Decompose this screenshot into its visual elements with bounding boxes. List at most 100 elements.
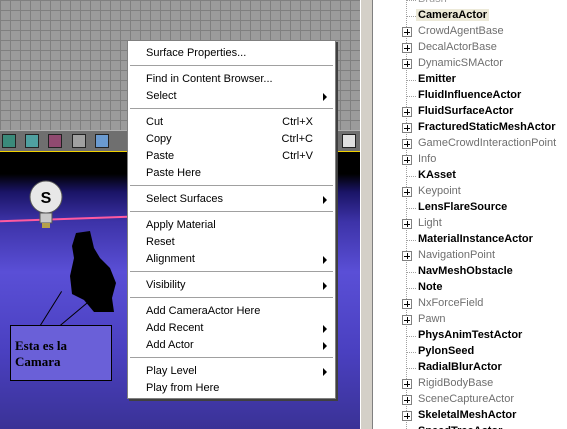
submenu-arrow-icon [323,325,327,333]
expand-plus-icon[interactable] [402,139,412,149]
tree-branch-line [407,288,416,289]
tree-item[interactable]: Emitter [373,72,567,88]
expand-plus-icon[interactable] [402,123,412,133]
tree-item[interactable]: SceneCaptureActor [373,392,567,408]
tree-item-label: MaterialInstanceActor [418,233,533,245]
expand-plus-icon[interactable] [402,379,412,389]
tree-item[interactable]: SpeedTreeActor [373,424,567,429]
tree-item[interactable]: CrowdAgentBase [373,24,567,40]
tree-item[interactable]: RadialBlurActor [373,360,567,376]
expand-plus-icon[interactable] [402,219,412,229]
tree-item[interactable]: NavigationPoint [373,248,567,264]
tree-item-label: PhysAnimTestActor [418,329,523,341]
show-flag-icon[interactable] [342,134,356,148]
expand-plus-icon[interactable] [402,187,412,197]
tree-item-label: SceneCaptureActor [418,393,514,405]
show-flag-icon[interactable] [2,134,16,148]
tree-branch-line [407,368,416,369]
tree-item[interactable]: DynamicSMActor [373,56,567,72]
expand-plus-icon[interactable] [402,59,412,69]
expand-plus-icon[interactable] [402,251,412,261]
tree-item[interactable]: FluidInfluenceActor [373,88,567,104]
tree-item[interactable]: MaterialInstanceActor [373,232,567,248]
tree-item[interactable]: NxForceField [373,296,567,312]
tree-item-label: RadialBlurActor [418,361,502,373]
expand-plus-icon[interactable] [402,395,412,405]
expand-plus-icon[interactable] [402,315,412,325]
svg-text:S: S [41,190,52,207]
menu-item-surface-properties[interactable]: Surface Properties... [128,45,335,62]
tree-item-label: GameCrowdInteractionPoint [418,137,557,149]
show-flag-icon[interactable] [72,134,86,148]
tree-item-label: Emitter [418,73,456,85]
tree-branch-line [407,336,416,337]
show-flag-icon[interactable] [95,134,109,148]
tree-item-label: Keypoint [418,185,461,197]
tree-item[interactable]: Note [373,280,567,296]
expand-plus-icon[interactable] [402,155,412,165]
menu-item-add-actor[interactable]: Add Actor [128,337,335,354]
tree-item[interactable]: Light [373,216,567,232]
tree-item-label: Note [418,281,443,293]
tree-item[interactable]: PylonSeed [373,344,567,360]
menu-item-label: Play from Here [146,382,220,394]
tree-item[interactable]: GameCrowdInteractionPoint [373,136,567,152]
expand-plus-icon[interactable] [402,299,412,309]
tree-item-label: Light [418,217,442,229]
tree-item-label: NavigationPoint [418,249,496,261]
tree-branch-line [407,176,416,177]
expand-plus-icon[interactable] [402,43,412,53]
tree-item[interactable]: Info [373,152,567,168]
menu-separator [130,357,333,358]
tree-item[interactable]: PhysAnimTestActor [373,328,567,344]
menu-item-apply-material[interactable]: Apply Material [128,217,335,234]
menu-item-label: Surface Properties... [146,47,247,59]
light-bulb-icon[interactable]: S [28,180,64,240]
menu-item-play-from-here[interactable]: Play from Here [128,380,335,397]
camera-actor-mesh[interactable] [64,228,124,313]
menu-item-paste[interactable]: Paste Ctrl+V [128,148,335,165]
tree-item[interactable]: CameraActor [373,8,567,24]
menu-item-add-cameraactor-here[interactable]: Add CameraActor Here [128,303,335,320]
submenu-arrow-icon [323,93,327,101]
menu-item-find-in-content-browser[interactable]: Find in Content Browser... [128,71,335,88]
menu-item-cut[interactable]: Cut Ctrl+X [128,114,335,131]
tree-branch-line [407,352,416,353]
expand-plus-icon[interactable] [402,27,412,37]
tree-branch-line [407,80,416,81]
tree-item[interactable]: Keypoint [373,184,567,200]
tree-item[interactable]: KAsset [373,168,567,184]
menu-item-add-recent[interactable]: Add Recent [128,320,335,337]
menu-item-paste-here[interactable]: Paste Here [128,165,335,182]
tree-branch-line [407,208,416,209]
tree-item[interactable]: LensFlareSource [373,200,567,216]
tree-item[interactable]: FracturedStaticMeshActor [373,120,567,136]
tree-item[interactable]: NavMeshObstacle [373,264,567,280]
menu-item-select[interactable]: Select [128,88,335,105]
menu-item-select-surfaces[interactable]: Select Surfaces [128,191,335,208]
menu-item-alignment[interactable]: Alignment [128,251,335,268]
tree-item[interactable]: Brush [373,0,567,8]
menu-item-label: Play Level [146,365,197,377]
tree-item[interactable]: DecalActorBase [373,40,567,56]
tree-item[interactable]: Pawn [373,312,567,328]
menu-item-copy[interactable]: Copy Ctrl+C [128,131,335,148]
tree-item[interactable]: SkeletalMeshActor [373,408,567,424]
tree-item[interactable]: FluidSurfaceActor [373,104,567,120]
show-flag-icon[interactable] [48,134,62,148]
tree-branch-line [407,272,416,273]
show-flag-icon[interactable] [25,134,39,148]
submenu-arrow-icon [323,368,327,376]
expand-plus-icon[interactable] [402,411,412,421]
submenu-arrow-icon [323,282,327,290]
tree-item-label: SpeedTreeActor [418,425,502,429]
menu-separator [130,185,333,186]
actor-class-tree[interactable]: Brush CameraActor CrowdAgentBase DecalActor… [372,0,567,429]
menu-item-visibility[interactable]: Visibility [128,277,335,294]
menu-item-label: Alignment [146,253,195,265]
expand-plus-icon[interactable] [402,107,412,117]
menu-item-label: Paste [146,150,175,162]
menu-item-reset[interactable]: Reset [128,234,335,251]
tree-item[interactable]: RigidBodyBase [373,376,567,392]
menu-item-play-level[interactable]: Play Level [128,363,335,380]
